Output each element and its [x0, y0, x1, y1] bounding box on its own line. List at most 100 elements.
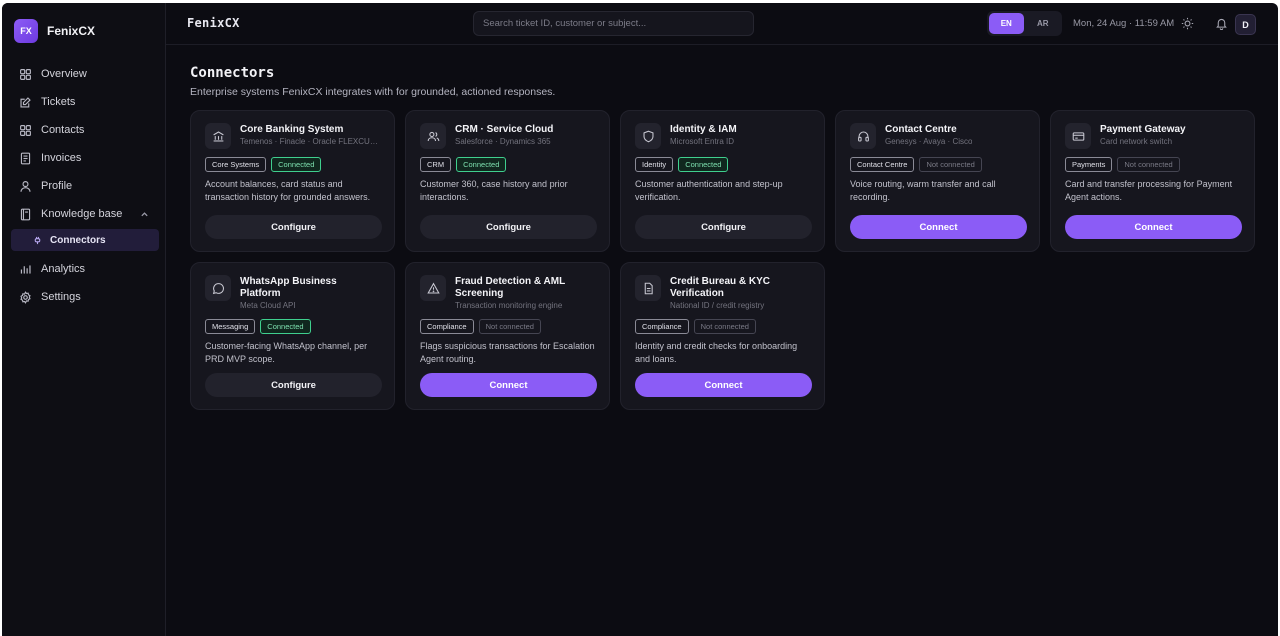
connector-card-credit-kyc: Credit Bureau & KYC Verification Nationa…	[620, 262, 825, 410]
gear-icon	[20, 290, 31, 304]
connector-title: Payment Gateway	[1100, 124, 1186, 135]
chevron-up-icon[interactable]	[140, 210, 149, 219]
brand-name: FenixCX	[47, 24, 96, 38]
chat-bubble-icon	[205, 275, 231, 301]
sidebar-item-label: Profile	[41, 180, 73, 192]
connector-vendor: Transaction monitoring engine	[455, 301, 563, 310]
connector-card-whatsapp: WhatsApp Business Platform Meta Cloud AP…	[190, 262, 395, 410]
configure-button[interactable]: Configure	[205, 215, 382, 239]
connector-description: Flags suspicious transactions for Escala…	[420, 341, 595, 364]
sidebar-item-label: Tickets	[41, 96, 76, 108]
category-badge: Messaging	[205, 319, 256, 334]
connector-description: Customer authentication and step-up veri…	[635, 179, 783, 202]
plug-icon	[34, 236, 41, 244]
main-area: FenixCX EN AR Mon, 24 Aug · 11:59 AM D C…	[166, 3, 1278, 636]
connector-title: Core Banking System	[240, 124, 344, 135]
connector-description: Identity and credit checks for onboardin…	[635, 341, 798, 364]
connector-description: Card and transfer processing for Payment…	[1065, 179, 1233, 202]
connector-card-identity: Identity & IAM Microsoft Entra ID Identi…	[620, 110, 825, 252]
status-badge: Not connected	[919, 157, 982, 172]
edit-icon	[20, 96, 31, 108]
connect-button[interactable]: Connect	[420, 373, 597, 397]
connector-title: Contact Centre	[885, 124, 957, 135]
connector-card-crm: CRM · Service Cloud Salesforce · Dynamic…	[405, 110, 610, 252]
book-icon	[20, 208, 31, 220]
bell-icon[interactable]	[1215, 17, 1228, 30]
language-toggle: EN AR	[987, 11, 1062, 36]
connect-button[interactable]: Connect	[850, 215, 1027, 239]
connector-description: Customer-facing WhatsApp channel, per PR…	[205, 341, 368, 364]
sidebar-subitem-label: Connectors	[50, 234, 106, 246]
connector-card-fraud-aml: Fraud Detection & AML Screening Transact…	[405, 262, 610, 410]
status-badge: Not connected	[693, 319, 756, 334]
shield-icon	[635, 123, 661, 149]
users-icon	[420, 123, 446, 149]
sidebar-item-overview[interactable]: Overview	[9, 60, 159, 88]
sidebar-item-label: Invoices	[41, 152, 82, 164]
warning-icon	[420, 275, 446, 301]
sidebar-item-knowledge-base[interactable]: Knowledge base	[9, 200, 159, 228]
category-badge: Compliance	[635, 319, 689, 334]
connect-button[interactable]: Connect	[1065, 215, 1242, 239]
connector-title: Identity & IAM	[670, 124, 737, 135]
category-badge: Payments	[1065, 157, 1113, 172]
connectors-grid: Core Banking System Temenos · Finacle · …	[190, 110, 1255, 410]
credit-card-icon	[1065, 123, 1091, 149]
topbar: FenixCX EN AR Mon, 24 Aug · 11:59 AM D	[166, 3, 1278, 45]
brand[interactable]: FX FenixCX	[14, 19, 95, 43]
headset-icon	[850, 123, 876, 149]
connector-description: Voice routing, warm transfer and call re…	[850, 179, 996, 202]
sidebar-item-contacts[interactable]: Contacts	[9, 116, 159, 144]
status-badge: Connected	[678, 157, 729, 172]
sidebar-item-label: Settings	[41, 291, 81, 303]
sidebar-item-invoices[interactable]: Invoices	[9, 144, 159, 172]
sun-icon[interactable]	[1181, 17, 1194, 30]
status-badge: Connected	[260, 319, 311, 334]
connector-title: CRM · Service Cloud	[455, 124, 554, 135]
page-subtitle: Enterprise systems FenixCX integrates wi…	[190, 86, 556, 98]
configure-button[interactable]: Configure	[205, 373, 382, 397]
lang-ar-button[interactable]: AR	[1026, 13, 1061, 34]
category-badge: CRM	[420, 157, 452, 172]
sidebar-item-profile[interactable]: Profile	[9, 172, 159, 200]
grid-icon	[20, 68, 31, 80]
connector-title: Credit Bureau & KYC Verification	[670, 276, 771, 299]
sidebar-item-settings[interactable]: Settings	[9, 283, 159, 311]
connector-vendor: Temenos · Finacle · Oracle FLEXCUBE	[240, 137, 380, 146]
bank-icon	[205, 123, 231, 149]
contacts-icon	[20, 124, 31, 136]
search-input[interactable]	[473, 11, 754, 36]
category-badge: Core Systems	[205, 157, 267, 172]
app-window: FX FenixCX Overview Tickets Contacts Inv…	[2, 3, 1278, 636]
user-icon	[20, 180, 31, 192]
connector-card-payment-gateway: Payment Gateway Card network switch Paym…	[1050, 110, 1255, 252]
connect-button[interactable]: Connect	[635, 373, 812, 397]
invoice-icon	[20, 152, 31, 164]
connector-title: Fraud Detection & AML Screening	[455, 276, 566, 299]
connector-description: Account balances, card status and transa…	[205, 179, 371, 202]
sidebar-item-label: Overview	[41, 68, 87, 80]
connector-vendor: Salesforce · Dynamics 365	[455, 137, 551, 146]
configure-button[interactable]: Configure	[420, 215, 597, 239]
category-badge: Identity	[635, 157, 674, 172]
avatar[interactable]: D	[1235, 14, 1256, 35]
sidebar-item-label: Analytics	[41, 263, 86, 275]
category-badge: Contact Centre	[850, 157, 915, 172]
connector-card-contact-centre: Contact Centre Genesys · Avaya · Cisco C…	[835, 110, 1040, 252]
sidebar-item-tickets[interactable]: Tickets	[9, 88, 159, 116]
configure-button[interactable]: Configure	[635, 215, 812, 239]
status-badge: Not connected	[1117, 157, 1180, 172]
connector-description: Customer 360, case history and prior int…	[420, 179, 568, 202]
sidebar-nav: Overview Tickets Contacts Invoices Profi…	[9, 60, 159, 311]
connector-vendor: Microsoft Entra ID	[670, 137, 735, 146]
connector-vendor: Genesys · Avaya · Cisco	[885, 137, 973, 146]
connector-vendor: Meta Cloud API	[240, 301, 296, 310]
status-badge: Connected	[456, 157, 507, 172]
sidebar-item-analytics[interactable]: Analytics	[9, 255, 159, 283]
status-badge: Not connected	[478, 319, 541, 334]
sidebar-subitem-connectors[interactable]: Connectors	[11, 229, 159, 251]
bar-chart-icon	[20, 264, 31, 274]
lang-en-button[interactable]: EN	[989, 13, 1024, 34]
page-title: Connectors	[190, 65, 275, 81]
connector-title: WhatsApp Business Platform	[240, 276, 337, 299]
